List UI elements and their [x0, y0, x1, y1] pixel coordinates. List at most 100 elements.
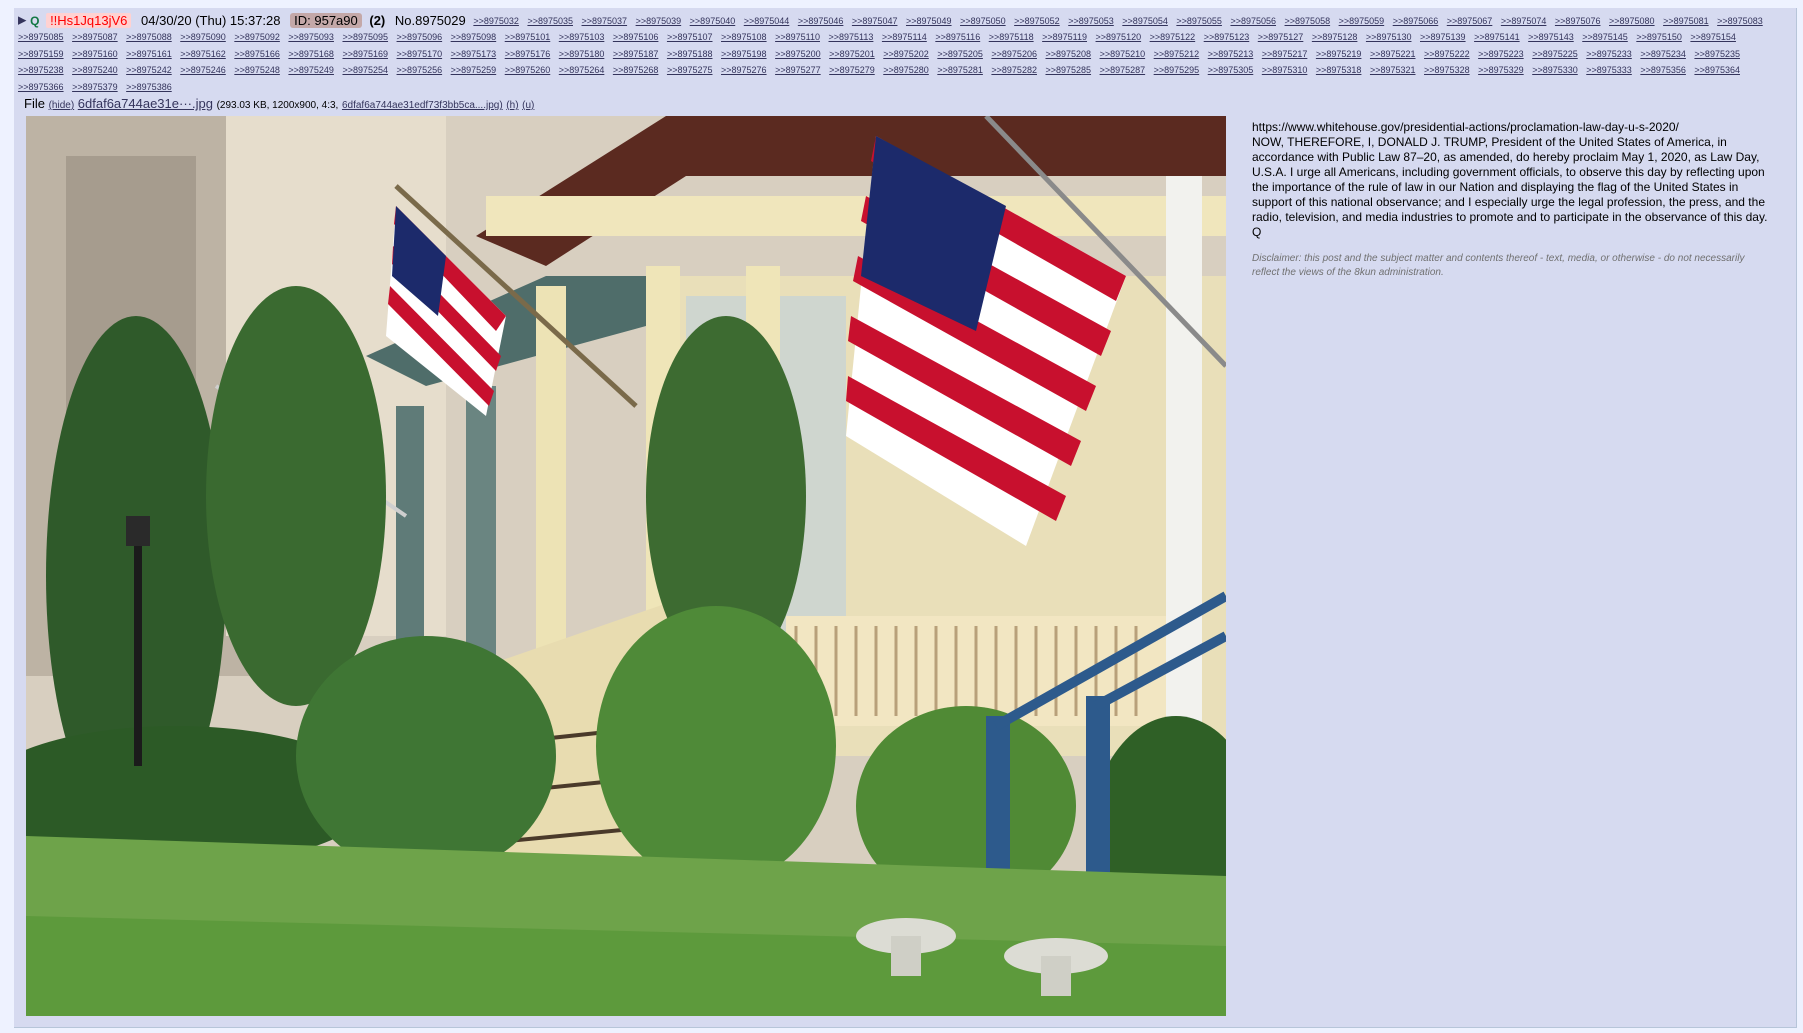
reply-link[interactable]: >>8975364 [1694, 65, 1740, 75]
reply-link[interactable]: >>8975092 [234, 32, 280, 42]
reply-link[interactable]: >>8975067 [1447, 16, 1493, 26]
reply-link[interactable]: >>8975141 [1474, 32, 1520, 42]
reply-link[interactable]: >>8975098 [451, 32, 497, 42]
reply-link[interactable]: >>8975180 [559, 49, 605, 59]
reply-link[interactable]: >>8975119 [1042, 32, 1087, 42]
reply-link[interactable]: >>8975081 [1663, 16, 1709, 26]
reply-link[interactable]: >>8975143 [1528, 32, 1574, 42]
post-number[interactable]: No.8975029 [395, 13, 466, 28]
reply-link[interactable]: >>8975223 [1478, 49, 1524, 59]
reply-link[interactable]: >>8975103 [559, 32, 605, 42]
reply-link[interactable]: >>8975248 [234, 65, 280, 75]
h-link[interactable]: (h) [506, 100, 518, 111]
reply-link[interactable]: >>8975202 [883, 49, 929, 59]
reply-link[interactable]: >>8975366 [18, 82, 64, 92]
reply-link[interactable]: >>8975280 [883, 65, 929, 75]
reply-link[interactable]: >>8975083 [1717, 16, 1763, 26]
reply-link[interactable]: >>8975221 [1370, 49, 1416, 59]
reply-link[interactable]: >>8975166 [234, 49, 280, 59]
reply-link[interactable]: >>8975333 [1586, 65, 1632, 75]
reply-link[interactable]: >>8975066 [1393, 16, 1439, 26]
reply-link[interactable]: >>8975260 [505, 65, 551, 75]
reply-link[interactable]: >>8975379 [72, 82, 118, 92]
reply-link[interactable]: >>8975329 [1478, 65, 1524, 75]
reply-link[interactable]: >>8975050 [960, 16, 1006, 26]
reply-link[interactable]: >>8975046 [798, 16, 844, 26]
reply-link[interactable]: >>8975234 [1640, 49, 1686, 59]
reply-link[interactable]: >>8975188 [667, 49, 713, 59]
reply-link[interactable]: >>8975201 [829, 49, 875, 59]
reply-link[interactable]: >>8975277 [775, 65, 821, 75]
reply-link[interactable]: >>8975208 [1045, 49, 1091, 59]
reply-link[interactable]: >>8975122 [1150, 32, 1196, 42]
reply-link[interactable]: >>8975219 [1316, 49, 1362, 59]
reply-link[interactable]: >>8975213 [1208, 49, 1254, 59]
post-menu-arrow[interactable]: ▶ [18, 15, 26, 27]
hide-file-link[interactable]: (hide) [49, 100, 75, 111]
reply-link[interactable]: >>8975268 [613, 65, 659, 75]
reply-link[interactable]: >>8975044 [744, 16, 790, 26]
reply-link[interactable]: >>8975222 [1424, 49, 1470, 59]
reply-link[interactable]: >>8975058 [1285, 16, 1331, 26]
reply-link[interactable]: >>8975162 [180, 49, 226, 59]
reply-link[interactable]: >>8975085 [18, 32, 64, 42]
reply-link[interactable]: >>8975249 [288, 65, 334, 75]
reply-link[interactable]: >>8975318 [1316, 65, 1362, 75]
reply-link[interactable]: >>8975282 [991, 65, 1037, 75]
reply-link[interactable]: >>8975080 [1609, 16, 1655, 26]
reply-link[interactable]: >>8975246 [180, 65, 226, 75]
reply-link[interactable]: >>8975330 [1532, 65, 1578, 75]
reply-link[interactable]: >>8975032 [473, 16, 519, 26]
reply-link[interactable]: >>8975233 [1586, 49, 1632, 59]
reply-link[interactable]: >>8975108 [721, 32, 767, 42]
reply-link[interactable]: >>8975055 [1176, 16, 1222, 26]
reply-link[interactable]: >>8975053 [1068, 16, 1114, 26]
reply-link[interactable]: >>8975276 [721, 65, 767, 75]
reply-link[interactable]: >>8975116 [935, 32, 980, 42]
reply-link[interactable]: >>8975206 [991, 49, 1037, 59]
reply-link[interactable]: >>8975128 [1312, 32, 1358, 42]
reply-link[interactable]: >>8975130 [1366, 32, 1412, 42]
reply-link[interactable]: >>8975106 [613, 32, 659, 42]
reply-link[interactable]: >>8975039 [636, 16, 682, 26]
reply-link[interactable]: >>8975238 [18, 65, 64, 75]
reply-link[interactable]: >>8975054 [1122, 16, 1168, 26]
reply-link[interactable]: >>8975287 [1100, 65, 1146, 75]
reply-link[interactable]: >>8975110 [775, 32, 820, 42]
reply-link[interactable]: >>8975123 [1204, 32, 1250, 42]
reply-link[interactable]: >>8975074 [1501, 16, 1547, 26]
reply-link[interactable]: >>8975052 [1014, 16, 1060, 26]
reply-link[interactable]: >>8975264 [559, 65, 605, 75]
reply-link[interactable]: >>8975212 [1154, 49, 1200, 59]
reply-link[interactable]: >>8975096 [397, 32, 443, 42]
u-link[interactable]: (u) [522, 100, 534, 111]
reply-link[interactable]: >>8975145 [1582, 32, 1628, 42]
reply-link[interactable]: >>8975113 [829, 32, 874, 42]
reply-link[interactable]: >>8975217 [1262, 49, 1308, 59]
reply-link[interactable]: >>8975281 [937, 65, 983, 75]
reply-link[interactable]: >>8975205 [937, 49, 983, 59]
reply-link[interactable]: >>8975256 [397, 65, 443, 75]
reply-link[interactable]: >>8975295 [1154, 65, 1200, 75]
reply-link[interactable]: >>8975173 [451, 49, 497, 59]
reply-link[interactable]: >>8975095 [342, 32, 388, 42]
reply-link[interactable]: >>8975305 [1208, 65, 1254, 75]
reply-link[interactable]: >>8975254 [342, 65, 388, 75]
post-url-line[interactable]: https://www.whitehouse.gov/presidential-… [1252, 120, 1772, 135]
reply-link[interactable]: >>8975160 [72, 49, 118, 59]
reply-link[interactable]: >>8975168 [288, 49, 334, 59]
reply-link[interactable]: >>8975139 [1420, 32, 1466, 42]
reply-link[interactable]: >>8975328 [1424, 65, 1470, 75]
reply-link[interactable]: >>8975087 [72, 32, 118, 42]
file-name-link[interactable]: 6dfaf6a744ae31e···.jpg [78, 96, 213, 111]
reply-link[interactable]: >>8975101 [505, 32, 551, 42]
reply-link[interactable]: >>8975200 [775, 49, 821, 59]
reply-link[interactable]: >>8975310 [1262, 65, 1308, 75]
reply-link[interactable]: >>8975107 [667, 32, 713, 42]
reply-link[interactable]: >>8975170 [397, 49, 443, 59]
reply-link[interactable]: >>8975150 [1636, 32, 1682, 42]
reply-link[interactable]: >>8975049 [906, 16, 952, 26]
reply-link[interactable]: >>8975242 [126, 65, 172, 75]
reply-link[interactable]: >>8975161 [126, 49, 172, 59]
reply-link[interactable]: >>8975386 [126, 82, 172, 92]
